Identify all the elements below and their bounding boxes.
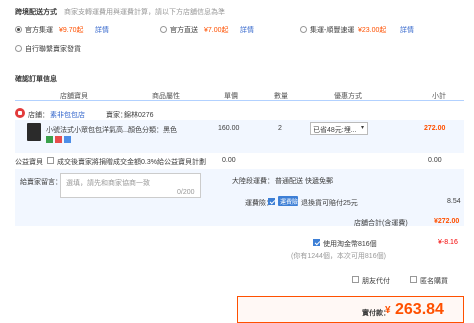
shipping-subtitle: 商家支轉運費用與運費計算，請以下方店舖信息為準 bbox=[64, 9, 225, 16]
friend-pay-label: 朋友代付 bbox=[362, 278, 390, 285]
charity-text: 成交後賣家將捐贈成交金額0.3%給公益寶貝計劃 bbox=[57, 159, 206, 166]
insurance-checkbox[interactable] bbox=[268, 198, 275, 205]
payment-summary-box: 實付款： ¥ 263.84 bbox=[237, 296, 464, 323]
store-total-value: ¥272.00 bbox=[434, 218, 460, 225]
option-label: 集運-順豐速運 bbox=[310, 27, 355, 34]
payment-amount: 263.84 bbox=[395, 301, 444, 318]
chevron-down-icon: ▾ bbox=[361, 125, 365, 131]
seller-name: 錦林0276 bbox=[124, 112, 154, 119]
details-link[interactable]: 詳情 bbox=[400, 25, 414, 35]
header-divider bbox=[15, 100, 464, 101]
friend-pay-checkbox[interactable] bbox=[352, 276, 359, 283]
charity-checkbox[interactable] bbox=[47, 157, 54, 164]
points-checkbox[interactable] bbox=[313, 239, 320, 246]
store-icon bbox=[15, 108, 25, 118]
item-name-link[interactable]: 小號法式小眾包包洋氣高... bbox=[46, 125, 129, 135]
badge-icon bbox=[46, 136, 53, 143]
option-price: ¥9.70起 bbox=[59, 27, 84, 34]
details-link[interactable]: 詳情 bbox=[240, 25, 254, 35]
message-placeholder: 選填，請先和商家協商一致 bbox=[66, 180, 150, 187]
order-section-title: 確認訂單信息 bbox=[15, 76, 57, 83]
insurance-tag-text: 運費險 bbox=[280, 200, 299, 206]
option-price: ¥7.00起 bbox=[204, 27, 229, 34]
badge-icon bbox=[64, 136, 71, 143]
insurance-tag: 運費險 bbox=[278, 196, 298, 206]
message-label: 給賣家留言： bbox=[20, 179, 62, 186]
item-attribute: 顏色分類：黑色 bbox=[128, 127, 177, 134]
message-char-count: 0/200 bbox=[177, 189, 195, 196]
radio-icon[interactable] bbox=[300, 26, 307, 33]
message-input[interactable]: 選填，請先和商家協商一致 0/200 bbox=[60, 173, 201, 198]
item-subtotal: 272.00 bbox=[424, 125, 446, 132]
store-label: 店鋪： bbox=[28, 112, 49, 119]
anonymous-checkbox[interactable] bbox=[410, 276, 417, 283]
radio-icon[interactable] bbox=[15, 26, 22, 33]
radio-icon[interactable] bbox=[15, 45, 22, 52]
insurance-text: 退換貨可賠付25元 bbox=[301, 200, 358, 207]
option-label: 官方直送 bbox=[170, 27, 198, 34]
store-total-label: 店舖合計(含運費) bbox=[354, 220, 408, 227]
product-thumbnail[interactable] bbox=[27, 123, 41, 141]
radio-icon[interactable] bbox=[160, 26, 167, 33]
store-name-link[interactable]: 素非包包店 bbox=[50, 110, 85, 120]
shipping-option-official-direct[interactable]: 官方直送 ¥7.00起 詳情 bbox=[160, 24, 270, 35]
details-link[interactable]: 詳情 bbox=[95, 25, 109, 35]
points-sub: (你有1244個，本次可用816個) bbox=[291, 253, 386, 260]
delivery-value: 普通配送 快遞免郵 bbox=[275, 178, 333, 185]
option-price: ¥23.00起 bbox=[358, 27, 387, 34]
points-label: 使用淘金幣816個 bbox=[323, 241, 377, 248]
charity-amount: 0.00 bbox=[222, 157, 236, 164]
payment-currency: ¥ bbox=[385, 305, 391, 316]
shipping-option-self-contact[interactable]: 自行聯繫賣家發貨 bbox=[15, 43, 135, 54]
discount-select[interactable]: 已省48元:埋... ▾ bbox=[310, 122, 368, 135]
points-value: ¥-8.16 bbox=[438, 239, 458, 246]
discount-select-value: 已省48元:埋... bbox=[313, 127, 357, 134]
item-price: 160.00 bbox=[218, 125, 240, 132]
anonymous-label: 匿名購買 bbox=[420, 278, 448, 285]
delivery-label: 大陸段運費： bbox=[232, 178, 274, 185]
shipping-option-official-consolidation[interactable]: 官方集運 ¥9.70起 詳情 bbox=[15, 24, 155, 35]
charity-label: 公益寶貝 bbox=[15, 159, 43, 166]
item-quantity[interactable]: 2 bbox=[278, 125, 282, 132]
badge-icon bbox=[55, 136, 62, 143]
option-label: 官方集運 bbox=[25, 27, 53, 34]
insurance-amount: 8.54 bbox=[447, 198, 461, 205]
shipping-option-sf-express[interactable]: 集運-順豐速運 ¥23.00起 詳情 bbox=[300, 24, 460, 35]
shipping-title: 跨境配送方式 bbox=[15, 9, 57, 16]
option-label: 自行聯繫賣家發貨 bbox=[25, 46, 81, 53]
charity-subtotal: 0.00 bbox=[428, 157, 442, 164]
